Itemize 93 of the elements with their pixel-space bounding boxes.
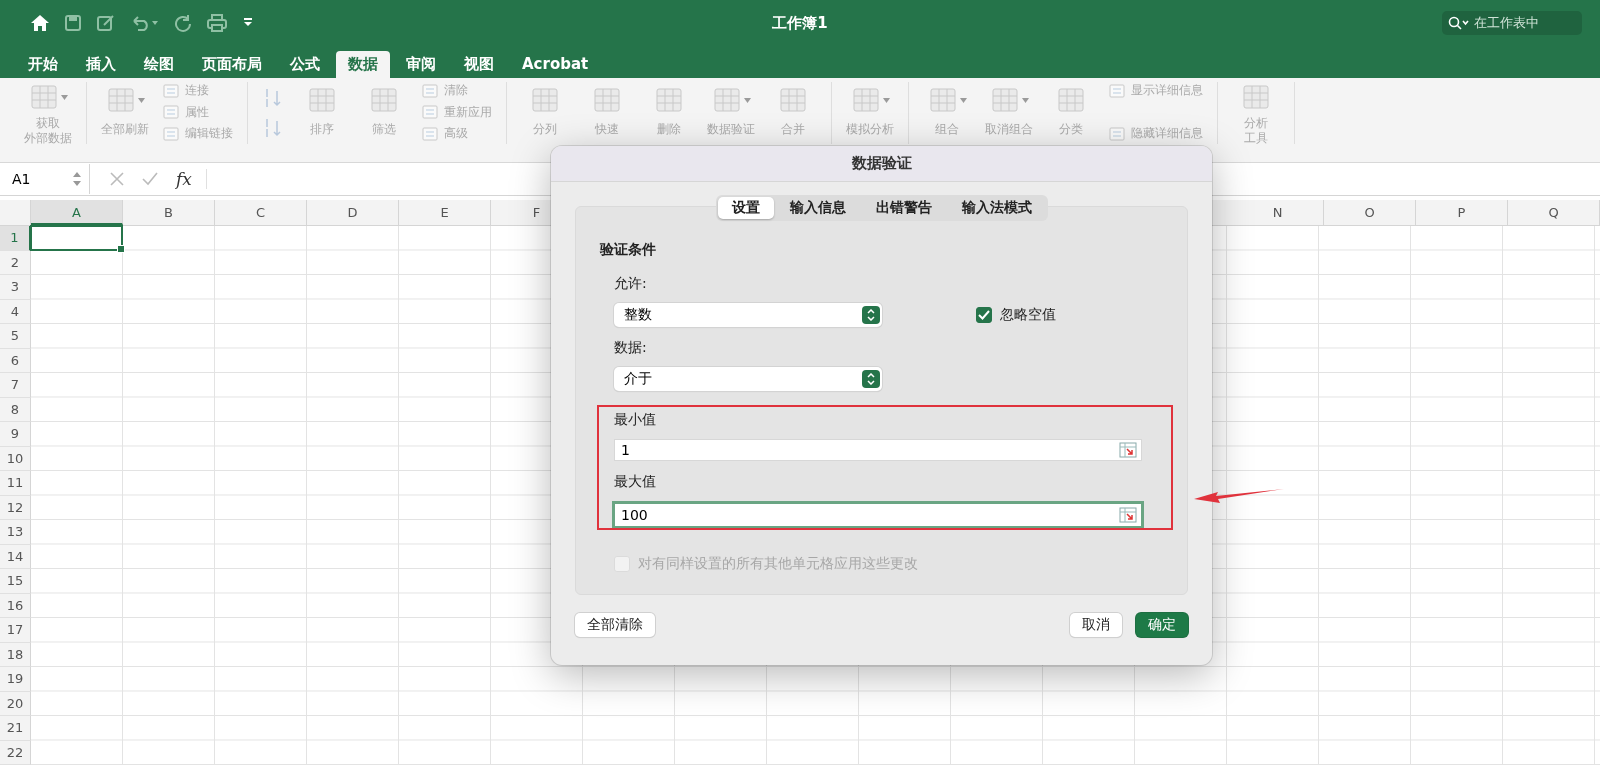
row-header[interactable]: 11 [0, 471, 31, 496]
redo-icon[interactable] [174, 13, 192, 32]
dialog-tab[interactable]: 输入信息 [775, 197, 860, 219]
field-label: 最大值 [614, 473, 656, 491]
ribbon-tab[interactable]: Acrobat [510, 51, 601, 78]
row-header[interactable]: 17 [0, 618, 31, 643]
ribbon-tab[interactable]: 绘图 [132, 51, 186, 78]
row-header[interactable]: 13 [0, 520, 31, 545]
save-icon[interactable] [64, 13, 82, 32]
ok-button[interactable]: 确定 [1136, 613, 1188, 637]
home-icon[interactable] [30, 13, 50, 32]
row-header[interactable]: 12 [0, 495, 31, 520]
section-title: 验证条件 [600, 241, 656, 259]
range-picker-icon[interactable] [1119, 507, 1137, 523]
table-icon [1241, 82, 1271, 112]
table-icon [369, 85, 399, 115]
table-icon [778, 85, 808, 115]
table-icon [530, 85, 560, 115]
active-cell[interactable] [30, 225, 123, 251]
row-header[interactable]: 4 [0, 299, 31, 324]
checkbox-label: 忽略空值 [1000, 306, 1056, 324]
row-header[interactable]: 5 [0, 324, 31, 349]
ribbon-tab[interactable]: 数据 [336, 51, 390, 78]
table-icon [28, 82, 59, 112]
list-icon [422, 126, 438, 141]
field-label: 数据: [614, 339, 647, 357]
list-icon [1109, 126, 1125, 141]
value-field[interactable]: 1 [614, 439, 1142, 461]
column-header[interactable]: A [31, 200, 123, 225]
list-icon [163, 83, 179, 98]
table-icon [592, 85, 622, 115]
row-header[interactable]: 16 [0, 593, 31, 618]
ribbon-tab[interactable]: 页面布局 [190, 51, 274, 78]
ribbon-tab[interactable]: 视图 [452, 51, 506, 78]
customize-caret-icon[interactable] [242, 17, 254, 28]
dialog-tab[interactable]: 出错警告 [861, 197, 946, 219]
table-icon [927, 85, 958, 115]
dialog-tab[interactable]: 输入法模式 [947, 197, 1046, 219]
row-header[interactable]: 9 [0, 422, 31, 447]
list-icon [163, 126, 179, 141]
window-title: 工作簿1 [772, 14, 828, 33]
ribbon-tab[interactable]: 开始 [16, 51, 70, 78]
range-picker-icon[interactable] [1119, 442, 1137, 458]
row-header[interactable]: 2 [0, 250, 31, 275]
list-icon [1109, 83, 1125, 98]
row-header[interactable]: 22 [0, 740, 31, 765]
search-field[interactable]: 在工作表中 [1442, 10, 1582, 35]
row-header[interactable]: 6 [0, 348, 31, 373]
print-icon[interactable] [206, 13, 228, 32]
list-icon [422, 105, 438, 119]
row-header[interactable]: 18 [0, 642, 31, 667]
row-header[interactable]: 10 [0, 446, 31, 471]
table-icon [711, 85, 742, 115]
name-box[interactable]: A1 [0, 164, 90, 194]
select-field[interactable]: 介于 [614, 367, 882, 391]
insert-function-button[interactable]: fx [176, 169, 192, 189]
dialog-button[interactable]: 取消 [1070, 613, 1122, 637]
dialog-tab[interactable]: 设置 [717, 197, 774, 219]
field-label: 允许: [614, 275, 647, 293]
select-field[interactable]: 整数 [614, 303, 882, 327]
undo-icon[interactable] [130, 13, 160, 32]
check-icon[interactable] [142, 172, 158, 186]
list-icon [422, 83, 438, 98]
row-header[interactable]: 7 [0, 373, 31, 398]
value-field[interactable]: 100 [612, 501, 1144, 529]
table-icon [850, 85, 881, 115]
stepper-icon [862, 306, 880, 324]
cancel-icon[interactable] [110, 172, 124, 186]
stepper-icon [862, 370, 880, 388]
row-header[interactable]: 15 [0, 569, 31, 594]
ribbon-tab[interactable]: 审阅 [394, 51, 448, 78]
row-header[interactable]: 21 [0, 716, 31, 741]
list-icon [163, 105, 179, 119]
ribbon-tab[interactable]: 插入 [74, 51, 128, 78]
stepper-icon [73, 171, 81, 187]
table-icon [105, 85, 136, 115]
row-header[interactable]: 19 [0, 667, 31, 692]
row-header[interactable]: 3 [0, 275, 31, 300]
row-header[interactable]: 1 [0, 226, 31, 251]
row-header[interactable]: 14 [0, 544, 31, 569]
table-icon [1056, 85, 1086, 115]
row-header[interactable]: 20 [0, 691, 31, 716]
row-header[interactable]: 8 [0, 397, 31, 422]
dialog-title: 数据验证 [551, 146, 1212, 182]
field-label: 最小值 [614, 411, 656, 429]
dialog-button[interactable]: 全部清除 [575, 613, 655, 637]
table-icon [989, 85, 1020, 115]
search-icon [1448, 15, 1470, 30]
table-icon [307, 85, 337, 115]
table-icon [654, 85, 684, 115]
edit-icon[interactable] [96, 13, 116, 32]
ribbon-tab[interactable]: 公式 [278, 51, 332, 78]
checkbox[interactable] [976, 307, 992, 323]
